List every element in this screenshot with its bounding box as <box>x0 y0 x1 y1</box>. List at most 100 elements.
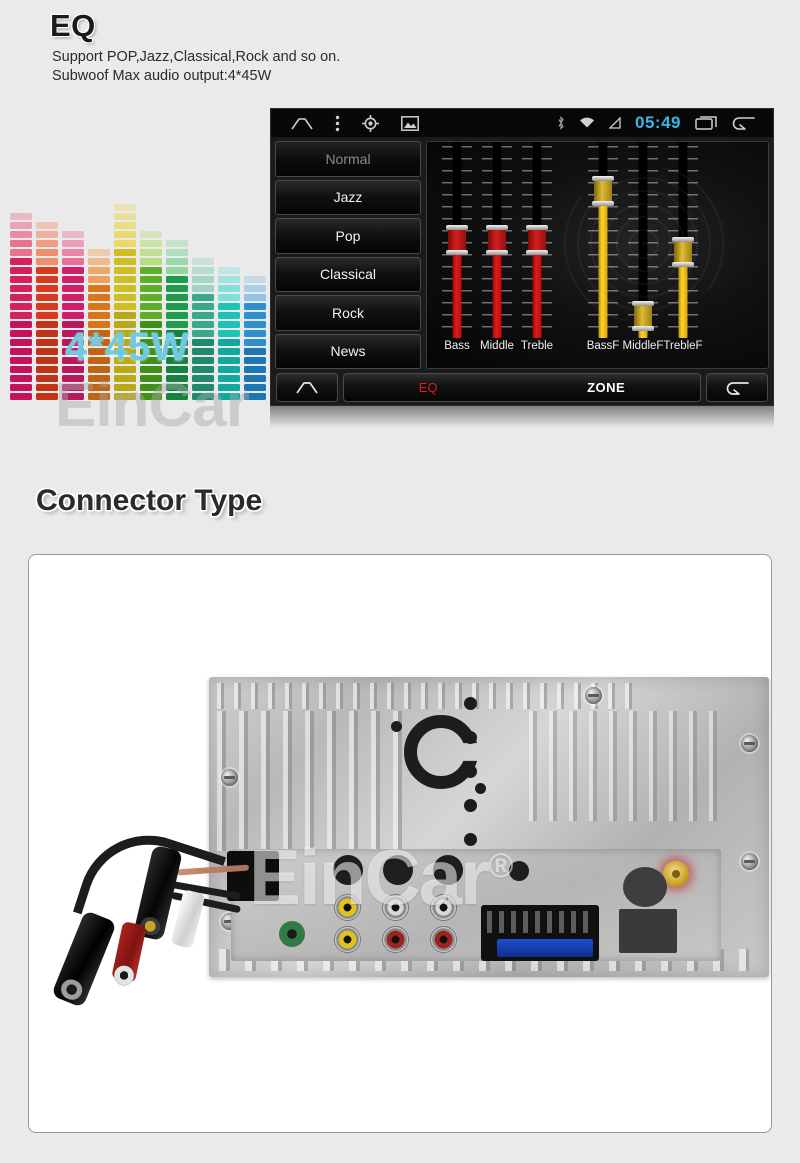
equalizer-bar <box>192 357 214 364</box>
equalizer-bar <box>88 294 110 301</box>
chassis-screw <box>741 735 758 752</box>
equalizer-bar <box>62 267 84 274</box>
equalizer-bar <box>88 249 110 256</box>
panel-hole <box>383 855 413 885</box>
tab-zone[interactable]: ZONE <box>587 380 625 395</box>
toolbar-home-button[interactable] <box>276 373 338 402</box>
equalizer-bar <box>140 240 162 247</box>
equalizer-bar <box>10 240 32 247</box>
chassis-screw <box>741 853 758 870</box>
status-bar-clock: 05:49 <box>635 113 681 132</box>
slider-fill <box>598 191 608 338</box>
rca-jack-audio-red2 <box>431 927 456 952</box>
panel-hole-small <box>509 861 529 881</box>
slider-bassf[interactable]: BassF <box>583 142 623 364</box>
home-icon[interactable] <box>291 117 313 130</box>
preset-news[interactable]: News <box>275 333 421 369</box>
equalizer-bar <box>140 258 162 265</box>
slider-label: MiddleF <box>622 340 664 352</box>
gps-crosshair-icon[interactable] <box>362 114 379 132</box>
slider-bass[interactable]: Bass <box>437 142 477 364</box>
head-unit-chassis <box>209 677 769 977</box>
iso-connector-blue-block <box>497 939 593 957</box>
equalizer-bar <box>114 303 136 310</box>
equalizer-bar <box>36 339 58 346</box>
status-bar-left-icons <box>271 114 419 132</box>
rca-jack-gray <box>383 895 408 920</box>
overflow-menu-icon[interactable] <box>335 115 340 132</box>
chassis-screw <box>221 769 238 786</box>
preset-label: Classical <box>319 266 376 283</box>
status-bar-right-icons: 05:49 <box>557 113 773 133</box>
eq-slider-group-main: Bass Middle Treble <box>437 142 557 364</box>
equalizer-bar <box>114 240 136 247</box>
equalizer-bar <box>166 294 188 301</box>
equalizer-bar <box>166 267 188 274</box>
equalizer-bar <box>62 258 84 265</box>
slider-middlef[interactable]: MiddleF <box>623 142 663 364</box>
tab-eq[interactable]: EQ <box>419 380 438 395</box>
slider-knob[interactable] <box>526 225 548 255</box>
equalizer-bar <box>36 240 58 247</box>
back-icon[interactable] <box>731 116 755 130</box>
equalizer-bar <box>10 312 32 319</box>
equalizer-bar <box>10 393 32 400</box>
slider-knob[interactable] <box>446 225 468 255</box>
green-phoenix-jack <box>279 921 305 947</box>
equalizer-bar <box>36 330 58 337</box>
slider-treble[interactable]: Treble <box>517 142 557 364</box>
preset-jazz[interactable]: Jazz <box>275 179 421 215</box>
equalizer-bar <box>10 222 32 229</box>
equalizer-bar <box>10 321 32 328</box>
equalizer-bars-graphic: EinCar 4*45W <box>10 195 270 440</box>
equalizer-bar <box>244 357 266 364</box>
slider-knob[interactable] <box>486 225 508 255</box>
gps-antenna-sma-jack <box>663 861 689 887</box>
toolbar-mode-tabs[interactable]: EQ ZONE <box>343 373 701 402</box>
slider-knob[interactable] <box>632 301 654 332</box>
equalizer-bar <box>140 312 162 319</box>
preset-pop[interactable]: Pop <box>275 218 421 254</box>
equalizer-bar <box>36 348 58 355</box>
slider-treblef[interactable]: TrebleF <box>663 142 703 364</box>
equalizer-bar <box>62 312 84 319</box>
equalizer-bar <box>10 267 32 274</box>
equalizer-bar <box>166 249 188 256</box>
equalizer-bar <box>244 276 266 283</box>
eq-description-line-1: Support POP,Jazz,Classical,Rock and so o… <box>52 49 341 65</box>
equalizer-bar <box>88 267 110 274</box>
antenna-plug-main <box>51 909 117 1009</box>
equalizer-bar <box>62 249 84 256</box>
equalizer-bar <box>192 339 214 346</box>
eq-screen-body: Normal Jazz Pop Classical Rock News Bass <box>271 137 773 373</box>
equalizer-bar <box>192 330 214 337</box>
slider-middle[interactable]: Middle <box>477 142 517 364</box>
signal-icon <box>609 117 621 129</box>
equalizer-bar <box>36 258 58 265</box>
head-unit-eq-screenshot: 05:49 Normal Jazz Pop Classical Rock New… <box>270 108 774 406</box>
equalizer-bar <box>10 294 32 301</box>
eq-section: EQ Support POP,Jazz,Classical,Rock and s… <box>0 0 800 455</box>
equalizer-bar <box>218 330 240 337</box>
preset-normal[interactable]: Normal <box>275 141 421 177</box>
equalizer-bar <box>114 285 136 292</box>
equalizer-bar <box>218 285 240 292</box>
equalizer-graphic-watermark: EinCar <box>55 371 250 440</box>
equalizer-bar <box>10 348 32 355</box>
toolbar-back-button[interactable] <box>706 373 768 402</box>
recents-icon[interactable] <box>695 116 717 130</box>
preset-label: Normal <box>325 150 371 167</box>
eq-heading: EQ <box>50 8 96 43</box>
equalizer-bar <box>10 303 32 310</box>
rca-jack-gray <box>431 895 456 920</box>
equalizer-bar <box>192 294 214 301</box>
slider-knob[interactable] <box>592 176 614 206</box>
equalizer-bar <box>166 258 188 265</box>
eq-description-line-2: Subwoof Max audio output:4*45W <box>52 68 272 84</box>
gallery-icon[interactable] <box>401 115 419 131</box>
slider-knob[interactable] <box>672 236 694 267</box>
preset-classical[interactable]: Classical <box>275 256 421 292</box>
preset-rock[interactable]: Rock <box>275 295 421 331</box>
equalizer-bar <box>36 357 58 364</box>
equalizer-bar <box>114 267 136 274</box>
